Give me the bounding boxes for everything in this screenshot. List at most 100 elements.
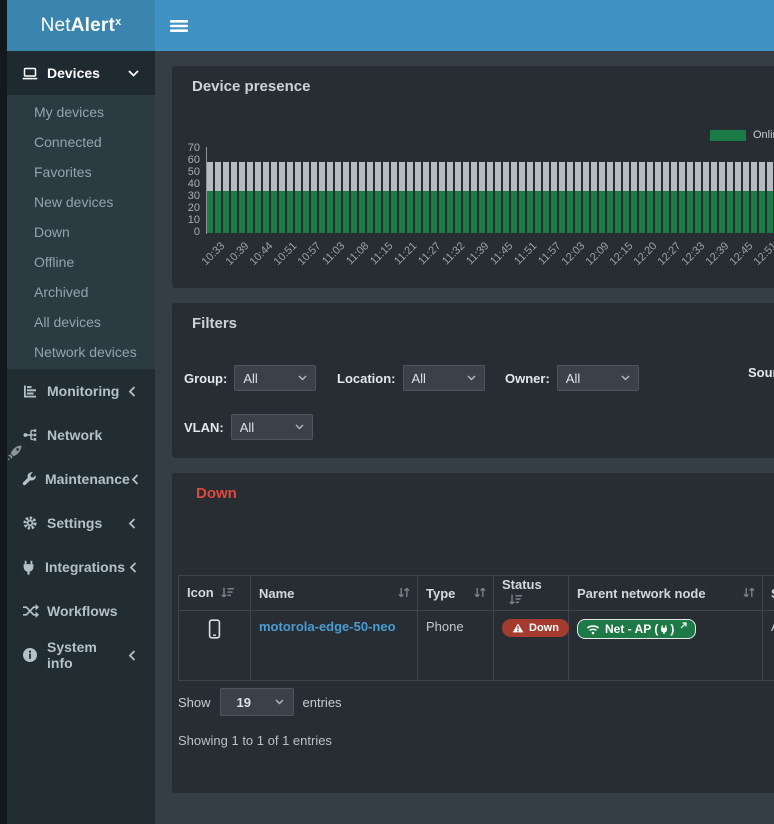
legend-swatch-online (710, 130, 746, 141)
sidebar-item-devices[interactable]: Devices (7, 51, 155, 95)
chevron-left-icon (125, 562, 141, 573)
chart-legend[interactable]: Online (710, 129, 774, 141)
presence-bar (391, 162, 397, 233)
location-filter: Location: All (337, 365, 485, 391)
presence-bar (255, 162, 261, 233)
presence-bar (295, 162, 301, 233)
presence-bar (455, 162, 461, 233)
sort-amount-icon (220, 586, 235, 602)
sidebar-item-label: Settings (47, 515, 123, 531)
presence-bar (431, 162, 437, 233)
presence-bar (247, 162, 253, 233)
sidebar-item-my-devices[interactable]: My devices (7, 97, 155, 127)
presence-bar (695, 162, 701, 233)
sidebar-item-system-info[interactable]: System info (7, 633, 155, 677)
content-area: Device presence Online 706050403020100 1… (155, 51, 774, 824)
device-presence-card: Device presence Online 706050403020100 1… (172, 66, 774, 288)
sidebar-item-archived[interactable]: Archived (7, 277, 155, 307)
presence-bar (495, 162, 501, 233)
sidebar-item-connected[interactable]: Connected (7, 127, 155, 157)
show-label: Show (178, 695, 211, 710)
sidebar-item-offline[interactable]: Offline (7, 247, 155, 277)
presence-bar (703, 162, 709, 233)
table-header-row: Icon Name Type Status Parent network nodeS (179, 576, 774, 611)
presence-bar (487, 162, 493, 233)
filter-row: Group: All Location: All Owner: All Sour… (172, 365, 774, 391)
filter-row-vlan: VLAN: All (172, 414, 774, 440)
y-tick-label: 0 (172, 226, 200, 239)
chevron-down-icon (621, 375, 630, 381)
chevron-down-icon (275, 699, 284, 705)
sidebar-item-all-devices[interactable]: All devices (7, 307, 155, 337)
location-filter-select[interactable]: All (403, 365, 485, 391)
location-filter-label: Location: (337, 371, 396, 386)
status-badge-label: Down (529, 622, 559, 634)
page-size-select[interactable]: 19 (220, 688, 294, 716)
table-row: motorola-edge-50-neo Phone Down Net - (179, 611, 774, 681)
chart-icon (21, 384, 39, 399)
presence-bar (687, 162, 693, 233)
warning-triangle-icon (512, 623, 524, 633)
presence-bar (511, 162, 517, 233)
sidebar-item-maintenance[interactable]: Maintenance (7, 457, 155, 501)
presence-bar (727, 162, 733, 233)
presence-bar (207, 162, 213, 233)
vlan-filter-select[interactable]: All (231, 414, 313, 440)
left-gutter (0, 0, 7, 824)
column-header-s[interactable]: S (763, 576, 774, 611)
device-name-link[interactable]: motorola-edge-50-neo (259, 619, 396, 634)
filters-card: Filters Group: All Location: All Owner: … (172, 303, 774, 458)
presence-bar (223, 162, 229, 233)
card-title: Device presence (172, 66, 774, 95)
presence-bar (639, 162, 645, 233)
table-summary: Showing 1 to 1 of 1 entries (178, 733, 332, 748)
owner-filter: Owner: All (505, 365, 639, 391)
presence-bar (327, 162, 333, 233)
column-label: Status (502, 577, 542, 592)
vlan-filter-label: VLAN: (184, 420, 224, 435)
sidebar-item-settings[interactable]: Settings (7, 501, 155, 545)
brand-logo[interactable]: NetAlertx (7, 0, 155, 51)
presence-bar (559, 162, 565, 233)
sidebar-item-label: Integrations (45, 559, 125, 575)
presence-bar (607, 162, 613, 233)
sidebar-item-integrations[interactable]: Integrations (7, 545, 155, 589)
parent-node-label-close: ) (670, 622, 674, 636)
presence-bar (759, 162, 765, 233)
parent-node-badge[interactable]: Net - AP () (577, 619, 696, 639)
presence-bar (231, 162, 237, 233)
sidebar-item-label: Network (47, 427, 141, 443)
sort-both-icon (473, 586, 487, 602)
column-header-status[interactable]: Status (494, 576, 569, 611)
sidebar-item-new-devices[interactable]: New devices (7, 187, 155, 217)
owner-filter-select[interactable]: All (557, 365, 639, 391)
top-navbar (155, 0, 774, 51)
sidebar-item-favorites[interactable]: Favorites (7, 157, 155, 187)
presence-bar (551, 162, 557, 233)
brand-sup: x (115, 16, 121, 28)
presence-bar (415, 162, 421, 233)
status-badge: Down (502, 619, 569, 637)
sidebar-item-down[interactable]: Down (7, 217, 155, 247)
sidebar-item-monitoring[interactable]: Monitoring (7, 369, 155, 413)
column-header-icon[interactable]: Icon (179, 576, 251, 611)
chevron-left-icon (123, 518, 141, 529)
column-label: Name (259, 586, 294, 601)
presence-bar (399, 162, 405, 233)
column-header-name[interactable]: Name (251, 576, 418, 611)
column-header-parent-network-node[interactable]: Parent network node (569, 576, 763, 611)
column-header-type[interactable]: Type (418, 576, 494, 611)
presence-bar (615, 162, 621, 233)
presence-bar (287, 162, 293, 233)
sidebar-item-network[interactable]: Network (7, 413, 155, 457)
down-devices-card: Down Icon Name Type Status Parent network no… (172, 473, 774, 793)
chevron-left-icon (123, 386, 141, 397)
sidebar-item-network-devices[interactable]: Network devices (7, 337, 155, 367)
chevron-left-icon (123, 650, 141, 661)
hamburger-icon[interactable] (169, 18, 189, 34)
sidebar-item-workflows[interactable]: Workflows (7, 589, 155, 633)
presence-bar (407, 162, 413, 233)
group-filter-select[interactable]: All (234, 365, 316, 391)
page-size-value: 19 (237, 695, 251, 710)
devices-submenu: My devicesConnectedFavoritesNew devicesD… (7, 95, 155, 369)
